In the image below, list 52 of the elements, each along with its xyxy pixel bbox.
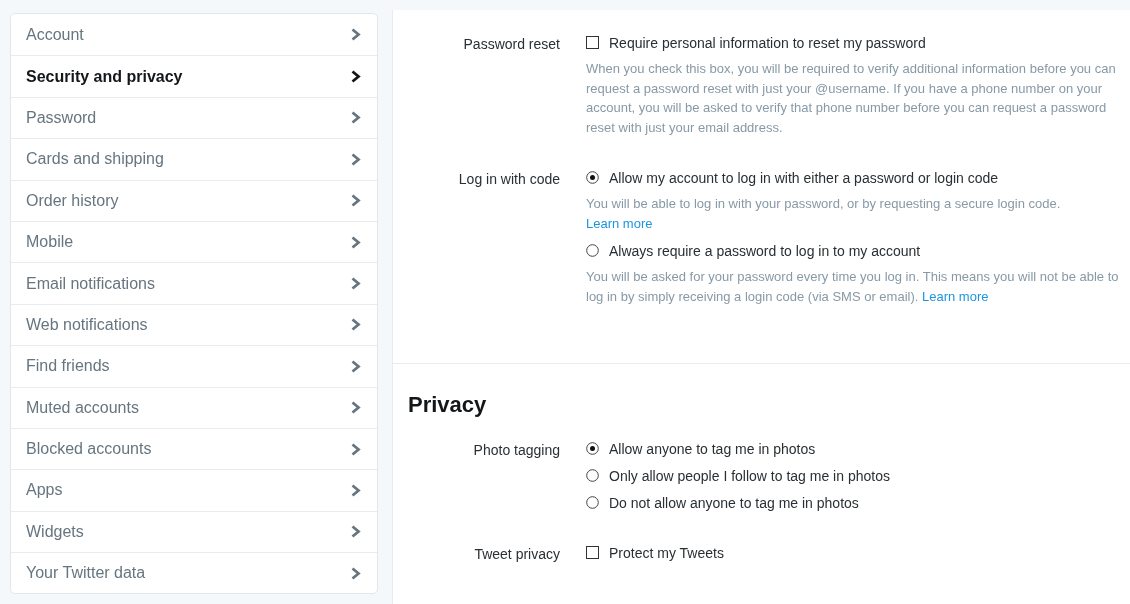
- checkbox[interactable]: [586, 546, 599, 559]
- learn-more-link[interactable]: Learn more: [586, 215, 653, 231]
- chevron-right-icon: [351, 401, 361, 415]
- option-label: Always require a password to log in to my account: [609, 242, 921, 260]
- menu-item[interactable]: Blocked accounts: [11, 427, 377, 470]
- option-label: Allow my account to log in with either a password or login code: [609, 169, 999, 187]
- chevron-right-icon: [351, 484, 361, 497]
- learn-more-link[interactable]: Learn more: [922, 288, 989, 304]
- chevron-right-icon: [351, 318, 361, 332]
- option-label: Require personal information to reset my password: [609, 34, 926, 52]
- radio-button[interactable]: [586, 469, 599, 482]
- chevron-right-icon: [351, 235, 361, 249]
- chevron-right-icon: [351, 277, 361, 291]
- menu-item[interactable]: Order history: [11, 179, 377, 221]
- option-label: Only allow people I follow to tag me in photos: [609, 467, 890, 485]
- option-description: You will be asked for your password every time you log in. This means you will not be able to log in by simply receiving a login code (via SMS or email). Learn more: [586, 268, 1120, 306]
- menu-item[interactable]: Cards and shipping: [11, 138, 377, 180]
- chevron-right-icon: [351, 28, 361, 42]
- chevron-right-icon: [351, 359, 361, 373]
- section-heading: Privacy: [407, 391, 488, 419]
- setting-label: Photo tagging: [472, 441, 560, 460]
- radio-button[interactable]: [586, 496, 599, 509]
- chevron-right-icon: [351, 194, 361, 208]
- chevron-right-icon: [351, 70, 361, 84]
- option-label: Protect my Tweets: [609, 544, 724, 562]
- menu-item[interactable]: Find friends: [11, 345, 377, 387]
- menu-item[interactable]: Muted accounts: [11, 386, 377, 428]
- chevron-right-icon: [351, 152, 361, 166]
- menu-item[interactable]: Your Twitter data: [11, 552, 377, 594]
- chevron-right-icon: [351, 566, 361, 580]
- menu-item[interactable]: Account: [11, 14, 377, 56]
- option-description: You will be able to log in with your password, or by requesting a secure login code. Learn more: [586, 195, 1062, 233]
- menu-item[interactable]: Apps: [11, 469, 377, 511]
- setting-label: Tweet privacy: [473, 545, 560, 564]
- radio-button[interactable]: [586, 442, 599, 455]
- menu-item[interactable]: Password: [11, 96, 377, 139]
- menu-item[interactable]: Widgets: [11, 510, 377, 553]
- menu-item[interactable]: Email notifications: [11, 262, 377, 304]
- setting-label: Log in with code: [457, 170, 560, 189]
- option-label: Do not allow anyone to tag me in photos: [609, 494, 859, 512]
- checkbox[interactable]: [586, 36, 599, 49]
- menu-item[interactable]: Mobile: [11, 220, 377, 263]
- menu-item[interactable]: Security and privacy: [11, 55, 377, 97]
- option-label: Allow anyone to tag me in photos: [609, 440, 816, 458]
- option-description: When you check this box, you will be required to verify additional information before you can request a password reset with just your @username. If you have a phone number on your account, you will be asked to verify that phone number before you can request a password reset with just your email address.: [586, 60, 1117, 137]
- radio-button[interactable]: [586, 171, 599, 184]
- chevron-right-icon: [351, 525, 361, 539]
- chevron-right-icon: [351, 442, 361, 456]
- chevron-right-icon: [351, 111, 361, 125]
- menu-item[interactable]: Web notifications: [11, 303, 377, 346]
- radio-button[interactable]: [586, 244, 599, 257]
- setting-label: Password reset: [462, 35, 560, 54]
